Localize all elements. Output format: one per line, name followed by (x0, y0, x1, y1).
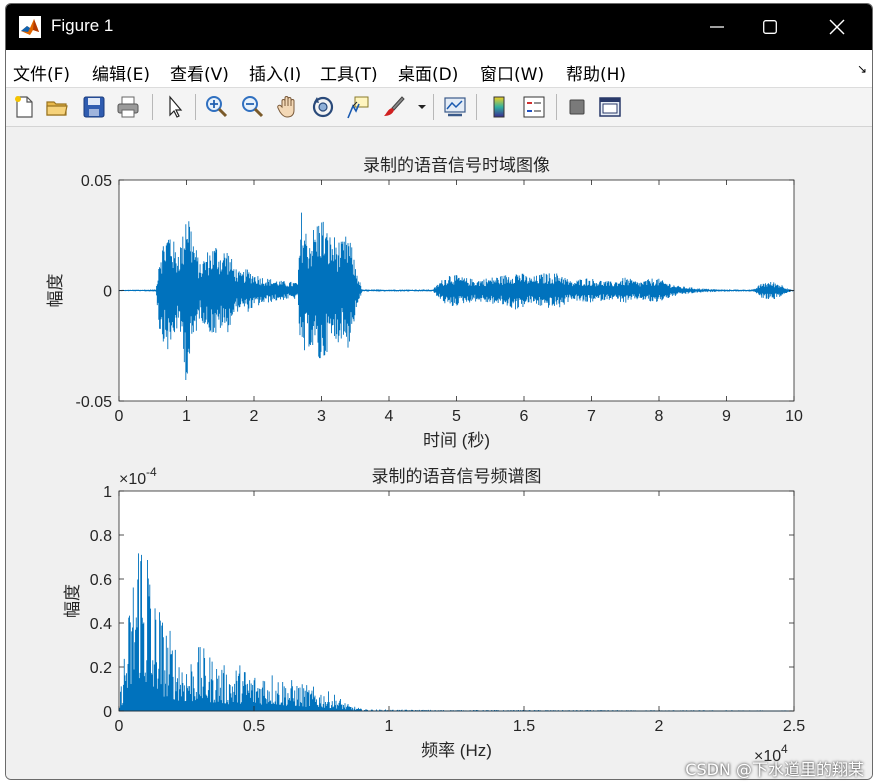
toolbar-separator (152, 94, 153, 120)
axes-time-domain[interactable]: 0 1 2 3 4 5 6 7 8 9 10-0.0500.05录制的语音信号时域图像时间 (秒)幅… (46, 156, 803, 450)
x-tick-label: 9 (722, 408, 731, 425)
y-tick-label: 1 (103, 484, 112, 501)
x-tick-label: 0.5 (243, 718, 265, 735)
x-tick-label: 2 (655, 718, 664, 735)
chart-title: 录制的语音信号频谱图 (372, 467, 542, 486)
x-axis-label: 时间 (秒) (423, 431, 490, 450)
close-icon (829, 19, 845, 35)
minimize-icon (710, 26, 724, 28)
y-exponent: -4 (146, 465, 157, 479)
axes-spectrum[interactable]: 0 0.5 1 1.5 2 2.5 0 0.2 0.4 0.6 0.8 1 录制的语音信号频谱图频率 (… (63, 465, 805, 765)
maximize-button[interactable] (739, 4, 801, 50)
close-button[interactable] (806, 4, 868, 50)
x-axis-label: 频率 (Hz) (421, 741, 492, 760)
chart-title: 录制的语音信号时域图像 (363, 156, 550, 175)
x-tick-label: 3 (317, 408, 326, 425)
menu-file[interactable]: 文件(F) (13, 60, 70, 85)
new-figure-icon[interactable] (11, 94, 37, 120)
matlab-logo-icon (19, 16, 41, 38)
menu-help[interactable]: 帮助(H) (566, 60, 626, 85)
zoom-in-icon[interactable] (203, 94, 229, 120)
print-icon[interactable] (115, 94, 141, 120)
toolbar-separator (195, 94, 196, 120)
toolbar-separator (433, 94, 434, 120)
x-tick-label: 2 (250, 408, 259, 425)
x-tick-label: 1.5 (513, 718, 535, 735)
rotate-3d-icon[interactable] (310, 94, 336, 120)
pan-icon[interactable] (275, 94, 301, 120)
figure-canvas: 0 1 2 3 4 5 6 7 8 9 10 -0.05 0 0.05 录制的语音信号时域图像 时间 (秒) 幅… (6, 127, 872, 779)
x-tick-label: 6 (520, 408, 529, 425)
menu-window[interactable]: 窗口(W) (480, 60, 544, 85)
figure-plots: 0 1 2 3 4 5 6 7 8 9 10-0.0500.05录制的语音信号时域图像时间 (秒)幅… (46, 156, 805, 765)
toolbar-separator (556, 94, 557, 120)
brush-icon[interactable] (381, 94, 407, 120)
hide-plot-tools-icon[interactable] (564, 94, 590, 120)
x-tick-label: 7 (587, 408, 596, 425)
edit-plot-icon[interactable] (162, 94, 188, 120)
x-tick-label: 4 (385, 408, 394, 425)
x-tick-label: 10 (785, 408, 803, 425)
zoom-out-icon[interactable] (239, 94, 265, 120)
x-tick-label: 8 (655, 408, 664, 425)
x-tick-label: 0 (115, 718, 124, 735)
menu-desktop[interactable]: 桌面(D) (398, 60, 458, 85)
watermark: CSDN @下水道里的翔某 (685, 760, 864, 779)
y-axis-label: 幅度 (46, 274, 65, 308)
colorbar-icon[interactable] (486, 94, 512, 120)
data-cursor-icon[interactable] (345, 94, 371, 120)
y-exponent-label: ×10 (119, 471, 146, 488)
brush-dropdown-icon[interactable] (418, 103, 426, 111)
y-tick-label: 0.8 (90, 528, 112, 545)
dock-figure-icon[interactable]: ↘ (857, 62, 867, 76)
y-tick-label: -0.05 (76, 394, 113, 411)
menu-edit[interactable]: 编辑(E) (92, 60, 150, 85)
maximize-icon (763, 20, 777, 34)
y-axis-label: 幅度 (63, 584, 82, 618)
window-title: Figure 1 (51, 16, 114, 35)
x-tick-label: 0 (115, 408, 124, 425)
x-exponent: 4 (781, 742, 788, 756)
x-tick-label: 2.5 (783, 718, 805, 735)
open-file-icon[interactable] (44, 94, 70, 120)
figure-toolbar (6, 88, 872, 127)
y-tick-label: 0 (103, 284, 112, 301)
x-tick-label: 1 (385, 718, 394, 735)
y-tick-label: 0.4 (90, 616, 112, 633)
y-tick-label: 0.6 (90, 572, 112, 589)
link-plot-icon[interactable] (442, 94, 468, 120)
toolbar-separator (476, 94, 477, 120)
x-tick-label: 5 (452, 408, 461, 425)
menu-tools[interactable]: 工具(T) (320, 60, 378, 85)
x-tick-label: 1 (182, 408, 191, 425)
legend-icon[interactable] (521, 94, 547, 120)
y-tick-label: 0.2 (90, 660, 112, 677)
menu-bar: 文件(F) 编辑(E) 查看(V) 插入(I) 工具(T) 桌面(D) 窗口(W… (6, 50, 872, 88)
figure-window: Figure 1 文件(F) 编辑(E) 查看(V) 插入(I) 工具(T) 桌… (5, 3, 873, 780)
plot-area (119, 491, 794, 711)
y-tick-label: 0 (103, 704, 112, 721)
title-bar[interactable]: Figure 1 (6, 4, 872, 50)
show-plot-tools-icon[interactable] (597, 94, 623, 120)
y-tick-label: 0.05 (81, 173, 112, 190)
menu-view[interactable]: 查看(V) (170, 60, 229, 85)
menu-insert[interactable]: 插入(I) (249, 60, 301, 85)
save-icon[interactable] (81, 94, 107, 120)
